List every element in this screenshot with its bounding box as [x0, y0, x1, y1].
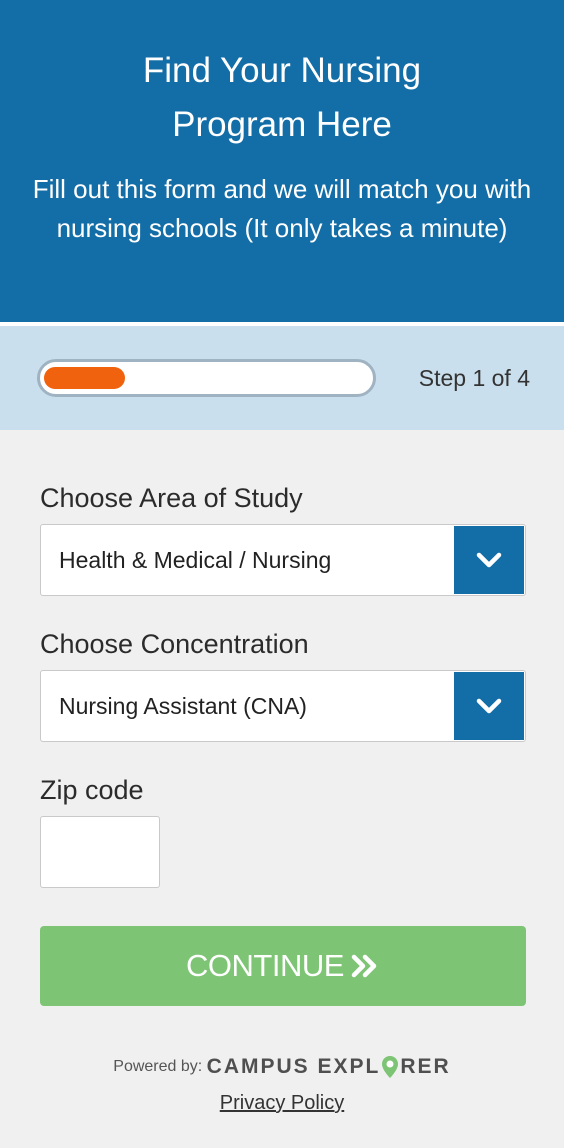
progress-bar-fill — [44, 367, 125, 389]
area-of-study-label: Choose Area of Study — [40, 483, 303, 513]
area-of-study-select[interactable]: Health & Medical / Nursing — [40, 524, 526, 596]
powered-by: Powered by: CAMPUS EXPL RER — [0, 1055, 564, 1079]
page-title: Find Your Nursing Program Here — [142, 51, 422, 144]
privacy-policy-link[interactable]: Privacy Policy — [0, 1092, 564, 1115]
continue-button[interactable]: CONTINUE — [40, 926, 526, 1006]
concentration-dropdown-button[interactable] — [454, 672, 524, 740]
zip-code-input[interactable] — [40, 816, 160, 888]
location-pin-icon — [382, 1056, 399, 1079]
concentration-select[interactable]: Nursing Assistant (CNA) — [40, 670, 526, 742]
step-indicator: Step 1 of 4 — [418, 365, 530, 391]
powered-by-text: Powered by: — [113, 1058, 203, 1076]
zip-code-label: Zip code — [40, 775, 144, 805]
page-subtitle: Fill out this form and we will match you… — [32, 174, 532, 243]
progress-bar — [37, 359, 376, 397]
continue-button-label: CONTINUE — [186, 948, 344, 983]
double-chevron-right-icon — [351, 954, 377, 978]
brand-text-part2: RER — [400, 1055, 451, 1078]
concentration-value: Nursing Assistant (CNA) — [59, 693, 307, 719]
form-header: Find Your Nursing Program Here Fill out … — [0, 0, 564, 322]
campus-explorer-logo: CAMPUS EXPL RER — [206, 1055, 451, 1079]
chevron-down-icon — [476, 698, 502, 714]
concentration-label: Choose Concentration — [40, 629, 309, 659]
area-of-study-dropdown-button[interactable] — [454, 526, 524, 594]
area-of-study-value: Health & Medical / Nursing — [59, 547, 332, 573]
progress-section: Step 1 of 4 — [0, 326, 564, 430]
chevron-down-icon — [476, 552, 502, 568]
brand-text-part1: CAMPUS EXPL — [206, 1055, 381, 1078]
